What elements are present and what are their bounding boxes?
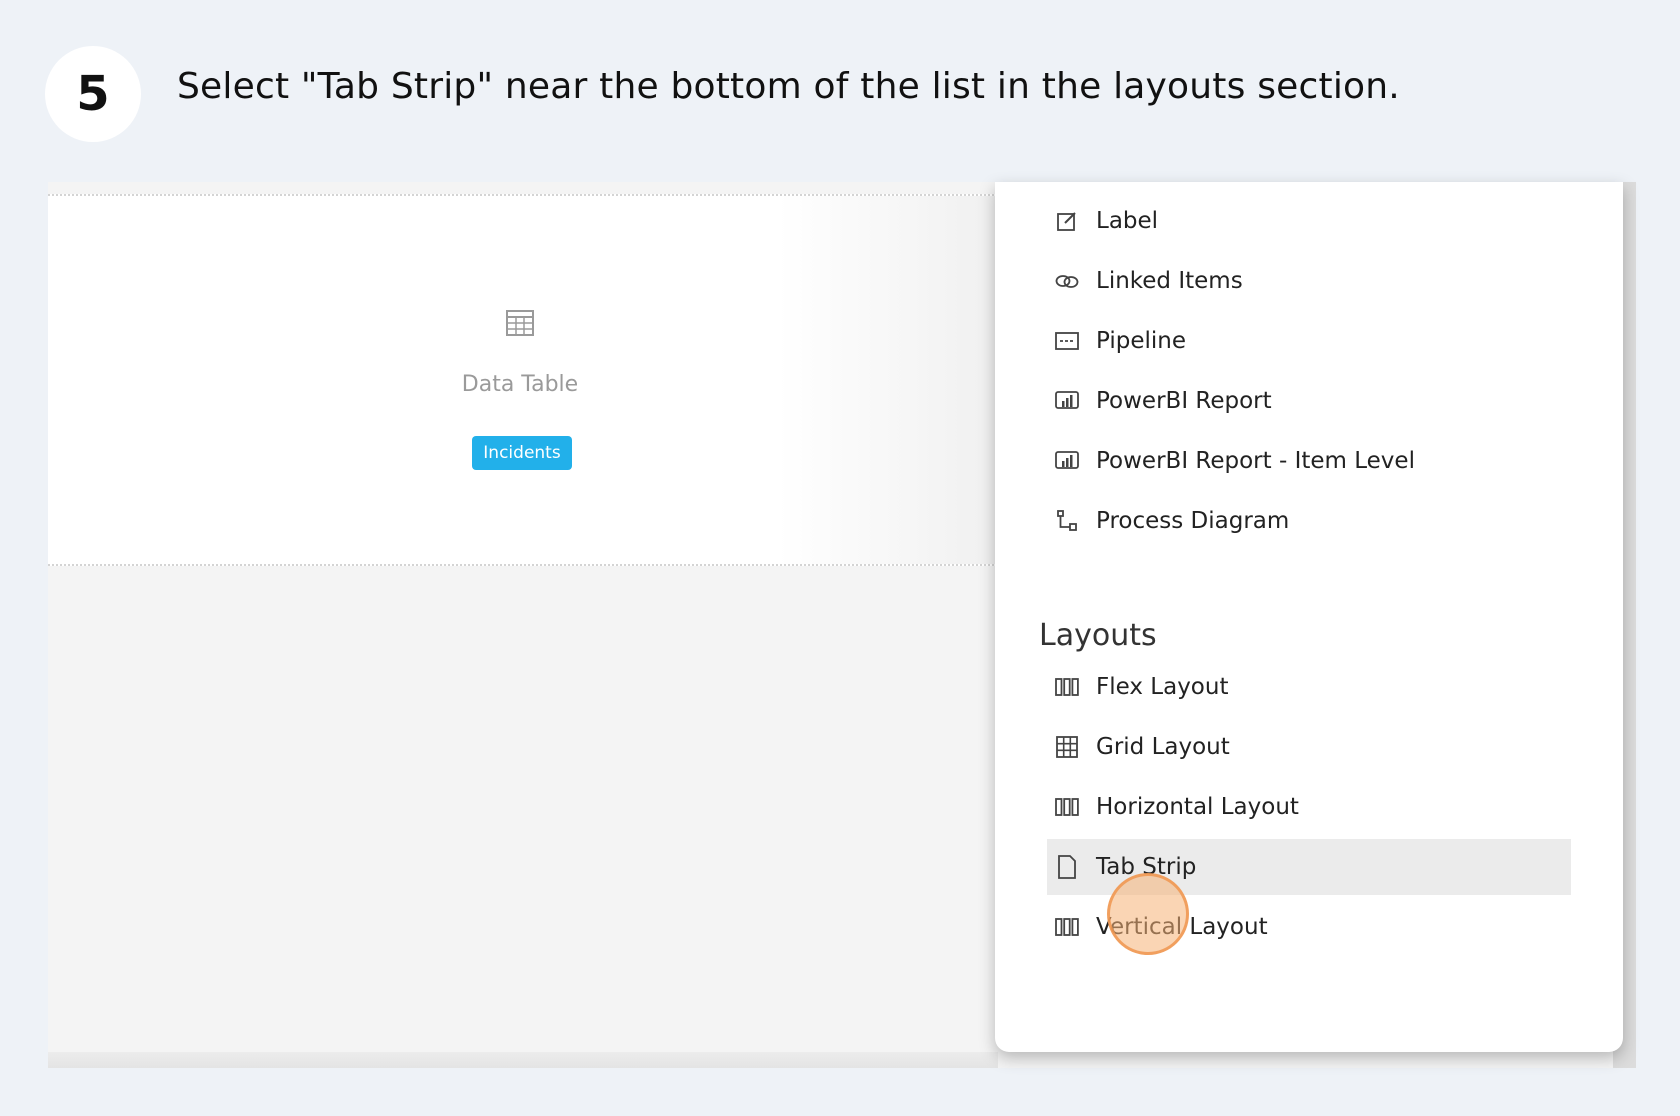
menu-item-text: PowerBI Report - Item Level (1096, 448, 1415, 474)
step-number: 5 (76, 66, 110, 122)
widget-canvas[interactable]: Data Table Incidents (48, 194, 998, 566)
menu-item-text: Label (1096, 208, 1159, 234)
pipeline-icon (1054, 328, 1080, 354)
menu-item-text: Process Diagram (1096, 508, 1290, 534)
menu-item-text: Grid Layout (1096, 734, 1230, 760)
link-icon (1054, 268, 1080, 294)
menu-item-process-diagram[interactable]: Process Diagram (1047, 493, 1571, 549)
menu-item-grid-layout[interactable]: Grid Layout (1047, 719, 1571, 775)
process-diagram-icon (1054, 508, 1080, 534)
widget-name: Data Table (461, 372, 579, 397)
menu-item-text: Pipeline (1096, 328, 1187, 354)
columns-icon (1054, 914, 1080, 940)
menu-item-text: PowerBI Report (1096, 388, 1272, 414)
table-icon (506, 310, 534, 336)
menu-item-horizontal-layout[interactable]: Horizontal Layout (1047, 779, 1571, 835)
menu-item-pipeline[interactable]: Pipeline (1047, 313, 1571, 369)
menu-item-text: Flex Layout (1096, 674, 1229, 700)
grid-icon (1054, 734, 1080, 760)
report-chart-icon (1054, 388, 1080, 414)
report-chart-icon (1054, 448, 1080, 474)
step-number-badge: 5 (45, 46, 141, 142)
columns-icon (1054, 794, 1080, 820)
menu-item-flex-layout[interactable]: Flex Layout (1047, 659, 1571, 715)
page-icon (1054, 854, 1080, 880)
layouts-section-title: Layouts (1039, 618, 1157, 653)
columns-icon (1054, 674, 1080, 700)
menu-item-powerbi-report-item-level[interactable]: PowerBI Report - Item Level (1047, 433, 1571, 489)
menu-item-linked-items[interactable]: Linked Items (1047, 253, 1571, 309)
edit-icon (1054, 208, 1080, 234)
menu-item-text: Linked Items (1096, 268, 1243, 294)
menu-item-text: Horizontal Layout (1096, 794, 1299, 820)
click-indicator (1107, 873, 1189, 955)
step-instruction: Select "Tab Strip" near the bottom of th… (177, 66, 1400, 107)
menu-item-powerbi-report[interactable]: PowerBI Report (1047, 373, 1571, 429)
entity-badge: Incidents (472, 436, 572, 470)
canvas-bottom-edge (48, 1052, 998, 1068)
bottom-border (20, 1096, 1660, 1116)
menu-item-label[interactable]: Label (1047, 193, 1571, 249)
widget-menu-panel: Label Linked Items Pipeline PowerBI Repo… (995, 182, 1623, 1052)
